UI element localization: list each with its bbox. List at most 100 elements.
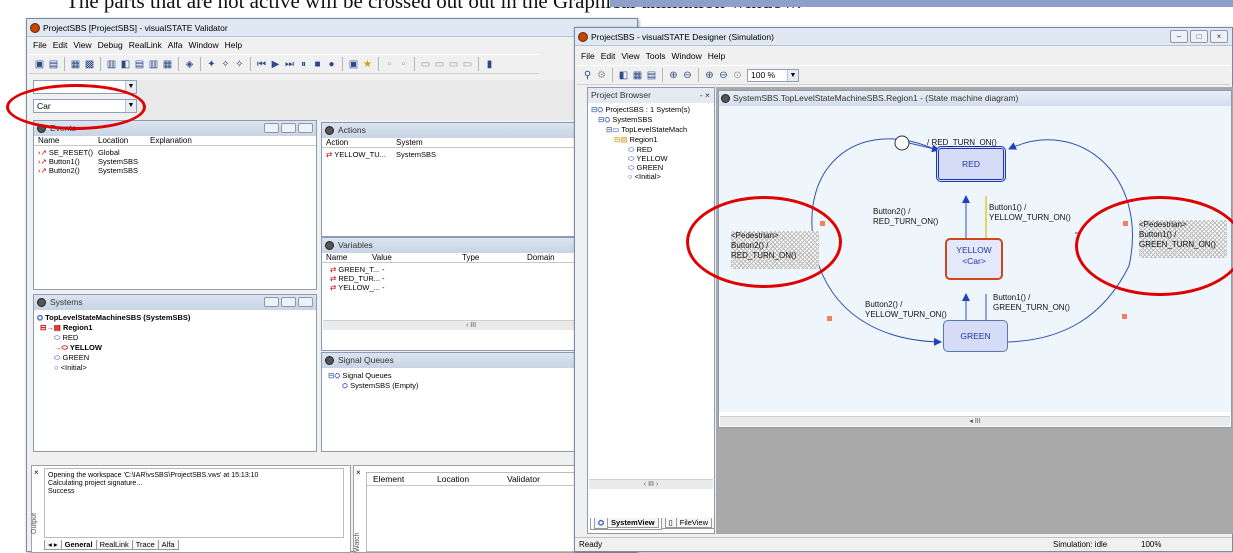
- minimize-button[interactable]: –: [1170, 30, 1188, 43]
- tree-item[interactable]: ⬭ GREEN: [628, 163, 663, 172]
- menu-window[interactable]: Window: [671, 51, 701, 61]
- window-split-icon[interactable]: ▤: [133, 58, 146, 71]
- menu-view[interactable]: View: [73, 40, 91, 50]
- trace-stop-icon[interactable]: ▭: [461, 58, 474, 71]
- list-item[interactable]: ›↗ Button1(): [38, 157, 80, 166]
- menu-file[interactable]: File: [581, 51, 595, 61]
- tree-item[interactable]: ⬭ RED: [628, 145, 652, 154]
- column-element[interactable]: Element: [373, 473, 404, 486]
- highlight-icon[interactable]: ★: [361, 58, 374, 71]
- window-grid-icon[interactable]: ▦: [631, 69, 644, 82]
- print-icon[interactable]: ▥: [105, 58, 118, 71]
- breakpoint-list-icon[interactable]: ▫: [397, 58, 410, 71]
- window-split-icon[interactable]: ▤: [645, 69, 658, 82]
- menu-file[interactable]: File: [33, 40, 47, 50]
- window-columns-icon[interactable]: ▥: [147, 58, 160, 71]
- column-validator[interactable]: Validator: [507, 473, 540, 486]
- settings-icon[interactable]: ⚙: [595, 69, 608, 82]
- column-name[interactable]: Name: [38, 136, 59, 146]
- column-system[interactable]: System: [396, 138, 423, 148]
- tab-trace[interactable]: Trace: [131, 540, 159, 550]
- minimize-icon[interactable]: [264, 123, 279, 133]
- menu-tools[interactable]: Tools: [646, 51, 666, 61]
- column-location[interactable]: Location: [98, 136, 128, 146]
- open-icon[interactable]: ▤: [47, 58, 60, 71]
- column-location[interactable]: Location: [437, 473, 469, 486]
- zoom-fit-icon[interactable]: ⊕: [703, 69, 716, 82]
- tree-item[interactable]: ⛭ SystemSBS (Empty): [342, 381, 418, 390]
- trace-step-icon[interactable]: ▭: [433, 58, 446, 71]
- minimize-icon[interactable]: [264, 297, 279, 307]
- tree-item[interactable]: ⊟⛭ SystemSBS: [598, 115, 652, 124]
- zoom-out-icon[interactable]: ⊖: [681, 69, 694, 82]
- tree-state-initial[interactable]: ○ <Initial>: [54, 363, 87, 372]
- pause-icon[interactable]: ⏸: [297, 58, 310, 71]
- tab-general[interactable]: General: [60, 540, 97, 550]
- tab-fileview[interactable]: ▯ FileView: [660, 518, 715, 529]
- menu-reallink[interactable]: RealLink: [129, 40, 162, 50]
- list-item[interactable]: ⇄ RED_TUR...: [330, 274, 380, 283]
- close-icon[interactable]: [298, 123, 313, 133]
- menu-edit[interactable]: Edit: [601, 51, 616, 61]
- zoom-combo[interactable]: 100 % ▼: [747, 68, 799, 82]
- state-green[interactable]: GREEN: [943, 320, 1008, 352]
- step-icon[interactable]: ⏭: [283, 58, 296, 71]
- menu-help[interactable]: Help: [708, 51, 725, 61]
- pane-close-icon[interactable]: ×: [356, 468, 361, 477]
- list-item[interactable]: ⇄ YELLOW_TU...: [326, 150, 386, 159]
- window-tile-icon[interactable]: ◧: [119, 58, 132, 71]
- tree-item[interactable]: ○ <Initial>: [628, 172, 661, 181]
- save-all-icon[interactable]: ▩: [83, 58, 96, 71]
- event-list-icon[interactable]: ✧: [219, 58, 232, 71]
- pane-close-icon[interactable]: ×: [34, 468, 39, 477]
- event-step-icon[interactable]: ✧: [233, 58, 246, 71]
- list-item[interactable]: ›↗ SE_RESET(): [38, 148, 93, 157]
- list-item[interactable]: ⇄ GREEN_T...: [330, 265, 379, 274]
- tree-root[interactable]: ⊟⛭ Signal Queues: [328, 371, 392, 380]
- tab-systemview[interactable]: ⛭ SystemView: [590, 518, 662, 530]
- horizontal-scrollbar[interactable]: ◂ III: [720, 416, 1230, 426]
- list-item[interactable]: ›↗ Button2(): [38, 166, 80, 175]
- analyze-icon[interactable]: ▣: [347, 58, 360, 71]
- save-icon[interactable]: ▦: [69, 58, 82, 71]
- maximize-icon[interactable]: [281, 123, 296, 133]
- tree-state-red[interactable]: ⬭ RED: [54, 333, 78, 342]
- column-domain[interactable]: Domain: [527, 253, 555, 263]
- system-icon[interactable]: ◈: [183, 58, 196, 71]
- new-icon[interactable]: ▣: [33, 58, 46, 71]
- state-yellow[interactable]: YELLOW <Car>: [945, 238, 1003, 280]
- window-tile-icon[interactable]: ◧: [617, 69, 630, 82]
- validator-titlebar[interactable]: ProjectSBS [ProjectSBS] - visualSTATE Va…: [27, 19, 637, 37]
- list-item[interactable]: ⇄ YELLOW_...: [330, 283, 380, 292]
- menu-alfa[interactable]: Alfa: [168, 40, 183, 50]
- tree-item[interactable]: ⊟▭ TopLevelStateMach: [606, 125, 687, 134]
- initial-pseudostate[interactable]: [894, 135, 910, 151]
- column-type[interactable]: Type: [462, 253, 479, 263]
- menu-help[interactable]: Help: [225, 40, 242, 50]
- trace-icon[interactable]: ▭: [419, 58, 432, 71]
- menu-edit[interactable]: Edit: [53, 40, 68, 50]
- close-button[interactable]: ×: [1210, 30, 1228, 43]
- horizontal-scrollbar[interactable]: ‹ III ›: [589, 479, 713, 489]
- target-icon[interactable]: ▮: [483, 58, 496, 71]
- column-action[interactable]: Action: [326, 138, 348, 148]
- zoom-reset-icon[interactable]: ⊙: [731, 69, 744, 82]
- maximize-button[interactable]: □: [1190, 30, 1208, 43]
- play-icon[interactable]: ▶: [269, 58, 282, 71]
- state-red[interactable]: RED: [936, 146, 1006, 182]
- breakpoint-icon[interactable]: ▫: [383, 58, 396, 71]
- zoom-in-icon[interactable]: ⊕: [667, 69, 680, 82]
- tab-nav-icon[interactable]: ◂ ▸: [44, 540, 62, 550]
- tree-root[interactable]: ⛭ TopLevelStateMachineSBS (SystemSBS): [37, 313, 190, 322]
- tab-reallink[interactable]: RealLink: [95, 540, 133, 550]
- close-icon[interactable]: [298, 297, 313, 307]
- column-name[interactable]: Name: [326, 253, 347, 263]
- menu-debug[interactable]: Debug: [98, 40, 123, 50]
- event-icon[interactable]: ✦: [205, 58, 218, 71]
- tree-state-yellow[interactable]: →⬭ YELLOW: [54, 343, 102, 352]
- designer-titlebar[interactable]: ProjectSBS - visualSTATE Designer (Simul…: [575, 28, 1232, 46]
- tree-region[interactable]: ⊟→▤ Region1: [40, 323, 93, 332]
- rewind-icon[interactable]: ⏮: [255, 58, 268, 71]
- pin-close-icon[interactable]: - ×: [700, 88, 710, 103]
- tree-item[interactable]: ⬭ YELLOW: [628, 154, 668, 163]
